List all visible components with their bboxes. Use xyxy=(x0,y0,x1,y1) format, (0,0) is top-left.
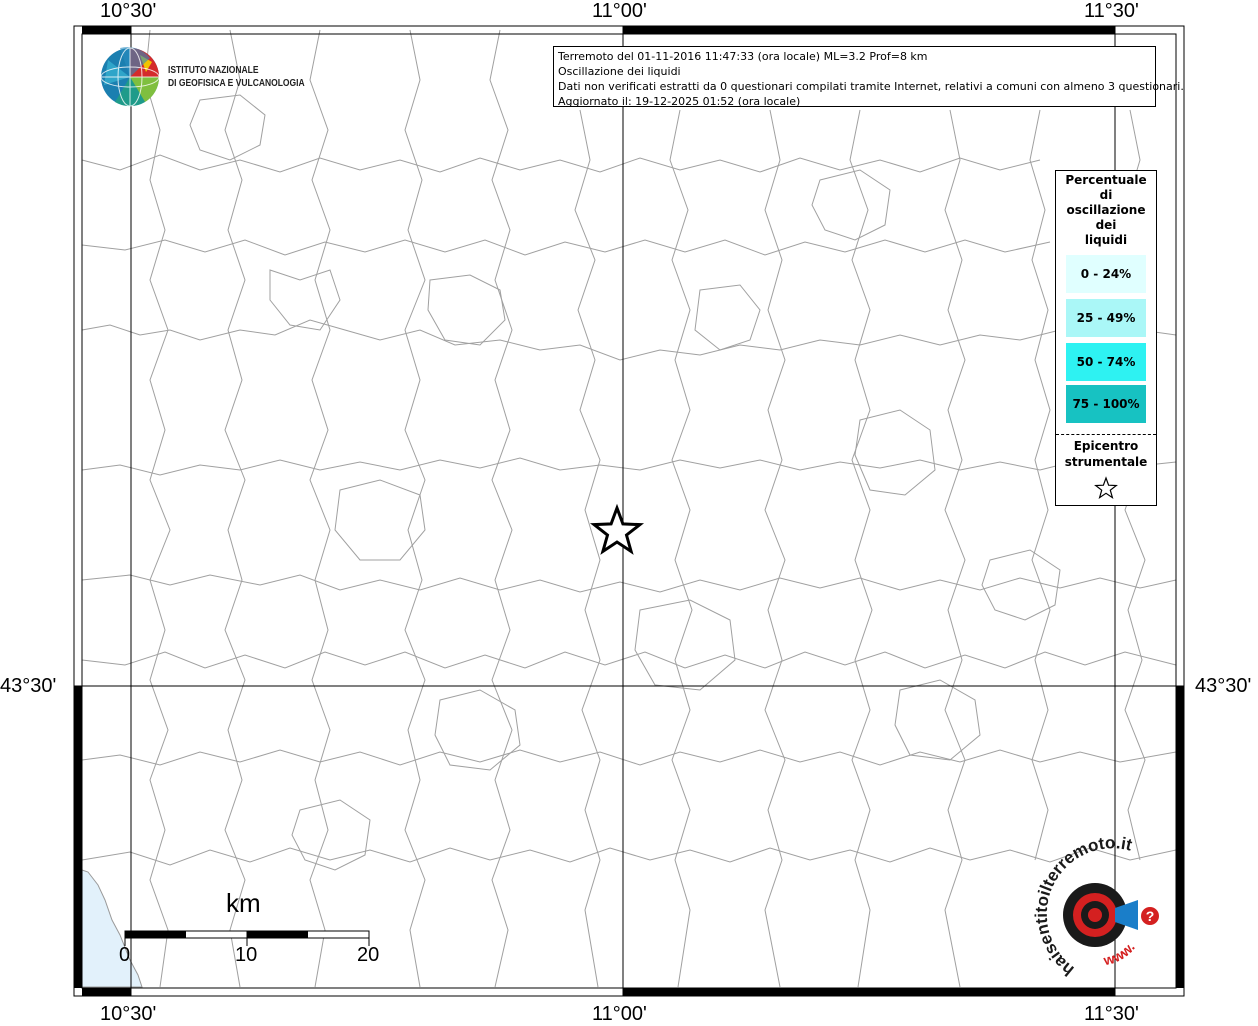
legend-title-line: di xyxy=(1099,188,1113,202)
coord-right: 43°30' xyxy=(1195,675,1252,697)
coord-left: 43°30' xyxy=(0,675,57,697)
map xyxy=(73,25,1185,997)
earthquake-info-box: Terremoto del 01-11-2016 11:47:33 (ora l… xyxy=(553,46,1184,108)
municipal-boundaries xyxy=(81,29,1177,988)
ingv-logo-line1: ISTITUTO NAZIONALE xyxy=(168,65,259,76)
legend-title-line: liquidi xyxy=(1084,233,1128,247)
legend-epicenter-line1: Epicentro xyxy=(1073,439,1139,453)
legend-star-icon xyxy=(1094,476,1118,500)
legend-title: Percentuale di oscillazione dei liquidi xyxy=(1056,173,1156,248)
legend-item-0-24: 0 - 24% xyxy=(1066,255,1146,293)
ingv-logo-line2: DI GEOFISICA E VULCANOLOGIA xyxy=(168,78,305,89)
scale-unit-label: km xyxy=(226,888,261,918)
sea-area xyxy=(81,869,143,988)
graticule xyxy=(74,26,1184,996)
hai-sentito-badge xyxy=(1063,883,1159,947)
legend-epicenter-line2: strumentale xyxy=(1064,455,1148,469)
map-frame xyxy=(73,25,1185,997)
ingv-logo-text: ISTITUTO NAZIONALE DI GEOFISICA E VULCAN… xyxy=(168,64,305,90)
scale-tick-0: 0 xyxy=(119,944,131,966)
legend-title-line: oscillazione xyxy=(1066,203,1146,217)
ingv-logo-icon xyxy=(100,47,160,107)
info-line-3: Dati non verificati estratti da 0 questi… xyxy=(558,80,1184,93)
info-line-2: Oscillazione dei liquidi xyxy=(558,65,681,78)
legend-item-25-49: 25 - 49% xyxy=(1066,299,1146,337)
legend-title-line: dei xyxy=(1095,218,1117,232)
legend-epicenter-label: Epicentro strumentale xyxy=(1056,438,1156,470)
coord-top-1: 10°30' xyxy=(100,0,157,22)
scale-tick-10: 10 xyxy=(235,944,258,966)
scale-tick-20: 20 xyxy=(357,944,380,966)
coord-top-2: 11°00' xyxy=(592,0,647,22)
coord-bottom-2: 11°00' xyxy=(592,1003,647,1025)
legend: Percentuale di oscillazione dei liquidi … xyxy=(1055,170,1157,506)
legend-title-line: Percentuale xyxy=(1065,173,1147,187)
info-line-4: Aggiornato il: 19-12-2025 01:52 (ora loc… xyxy=(558,95,801,108)
coord-bottom-1: 10°30' xyxy=(100,1003,157,1025)
legend-item-50-74: 50 - 74% xyxy=(1066,343,1146,381)
legend-divider xyxy=(1056,434,1156,435)
coord-bottom-3: 11°30' xyxy=(1084,1003,1139,1025)
epicenter-star-icon xyxy=(589,503,645,555)
legend-item-75-100: 75 - 100% xyxy=(1066,385,1146,423)
coord-top-3: 11°30' xyxy=(1084,0,1139,22)
info-line-1: Terremoto del 01-11-2016 11:47:33 (ora l… xyxy=(558,50,928,63)
